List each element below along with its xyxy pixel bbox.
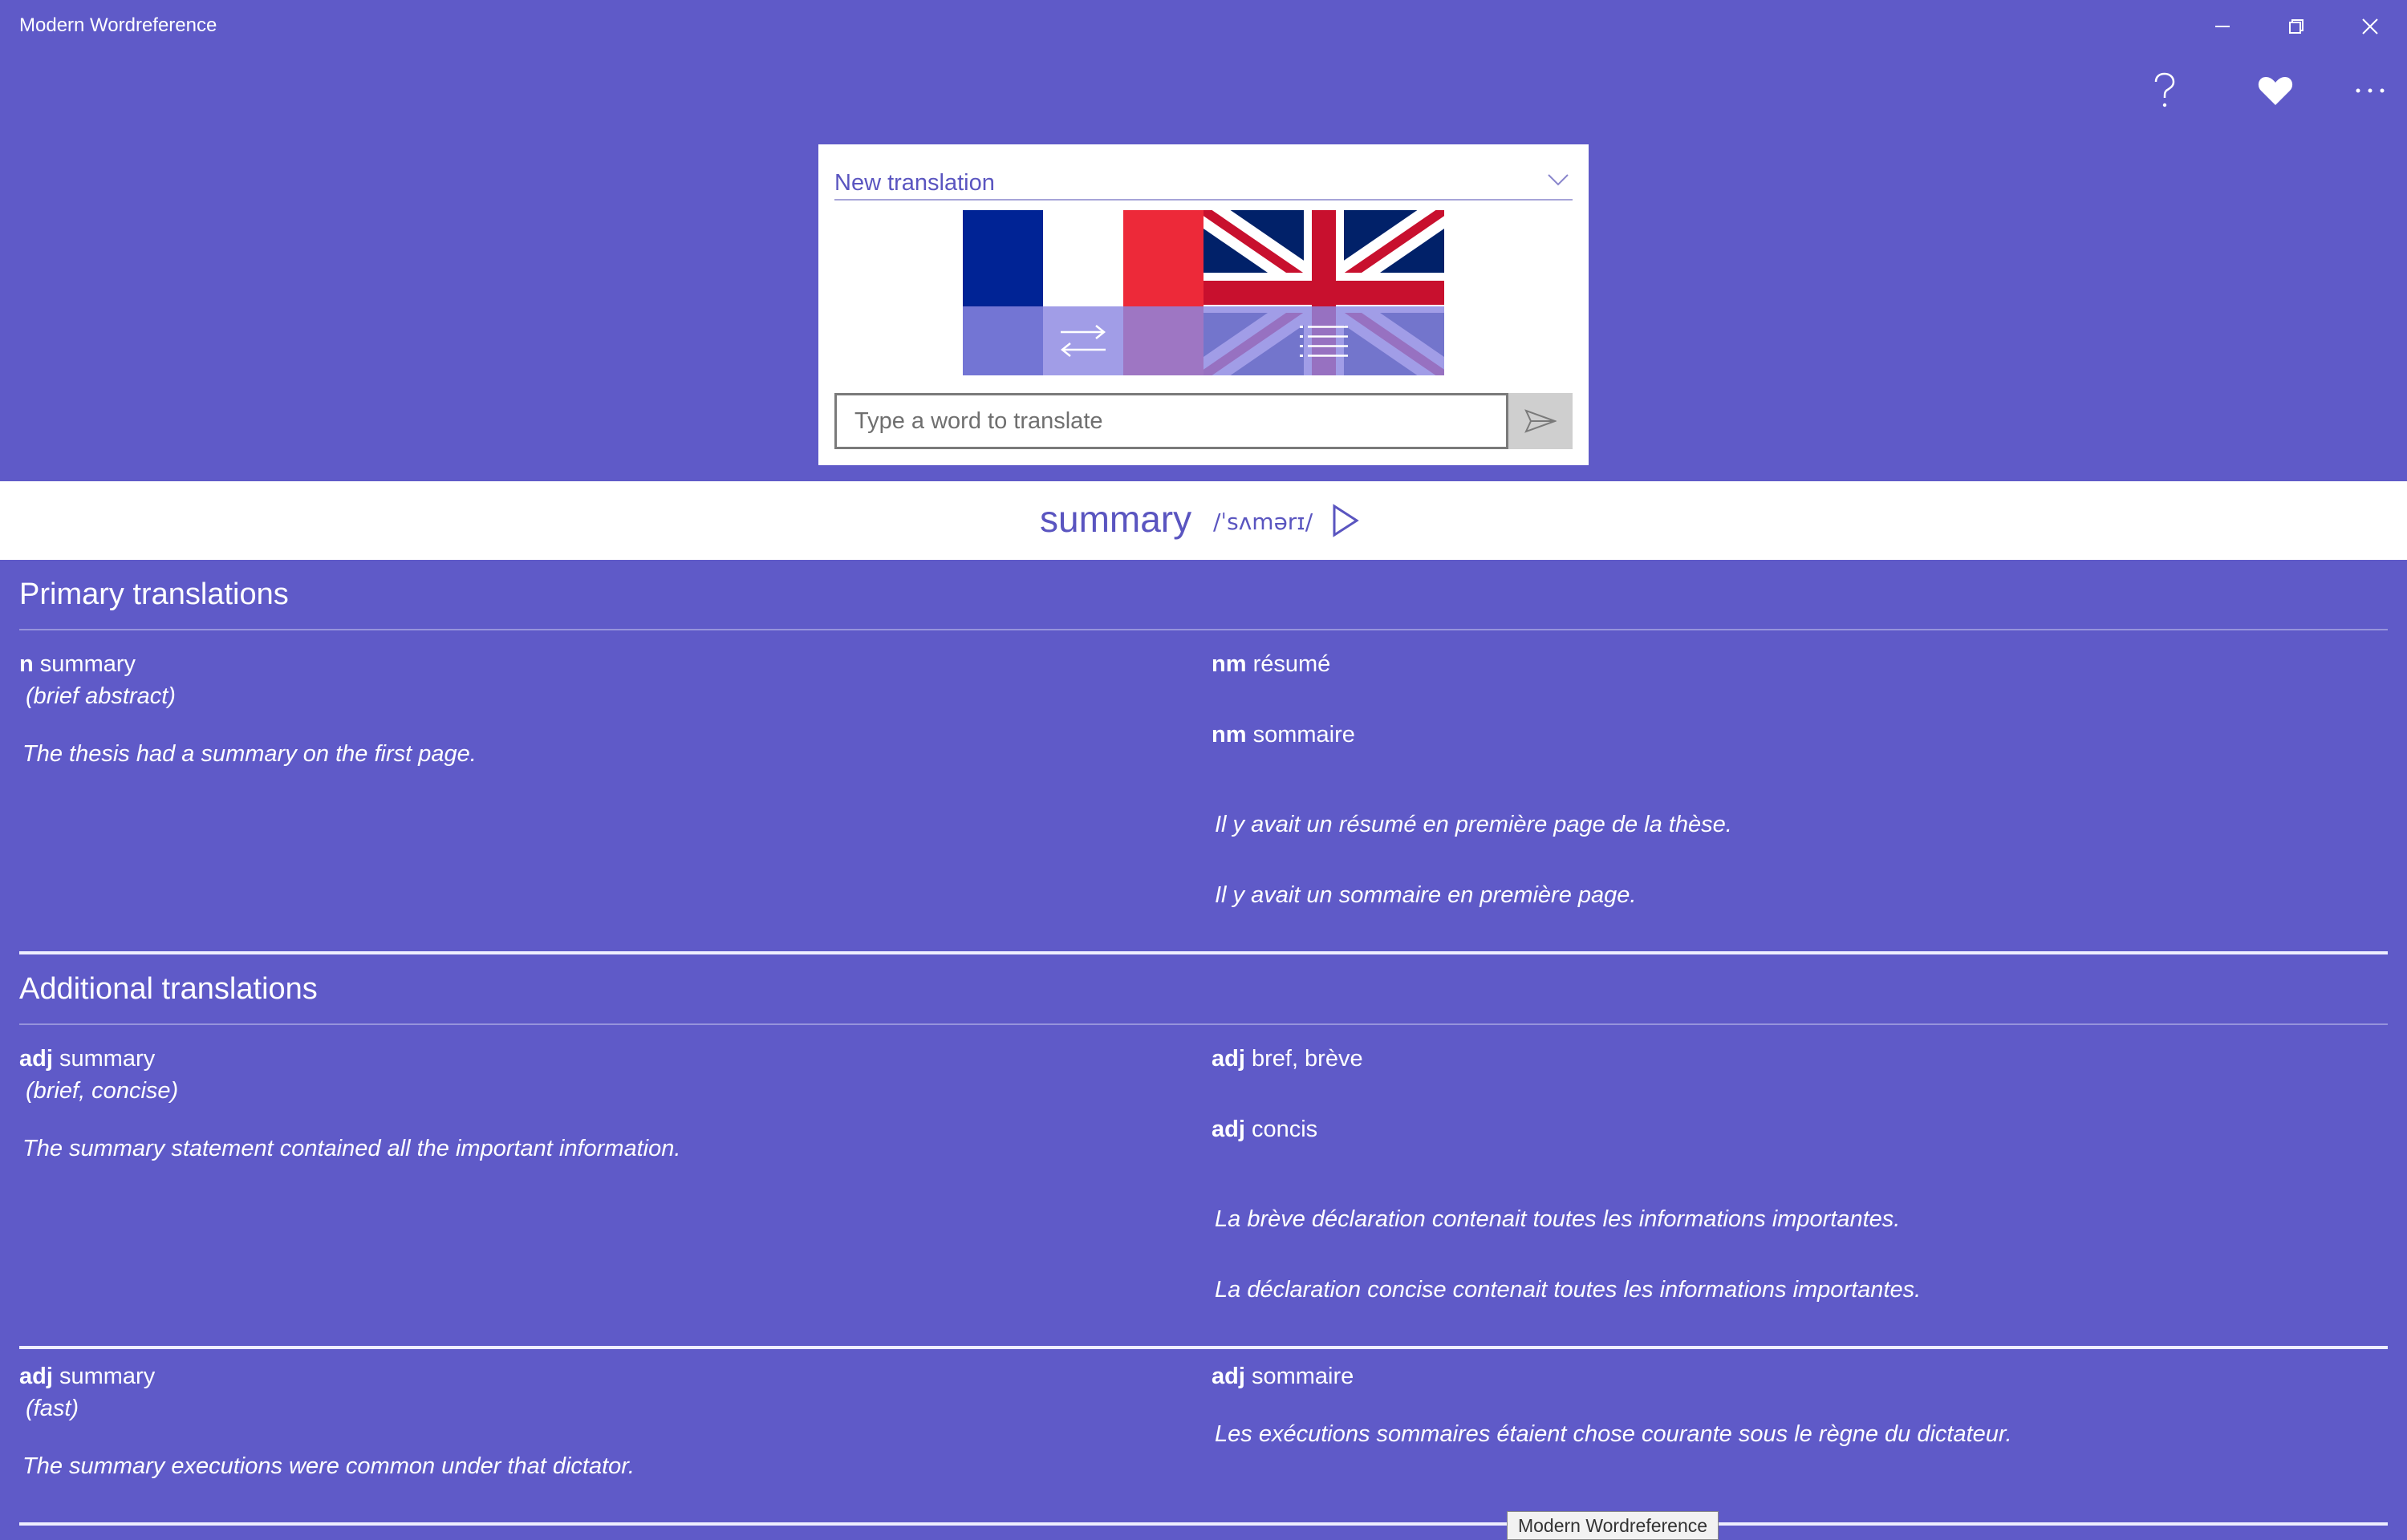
more-ellipsis-icon [2356, 88, 2385, 93]
target-example: Il y avait un résumé en première page de… [1215, 812, 1732, 837]
app-window: Modern Wordreference New translation Typ… [0, 0, 2407, 1540]
chevron-down-icon [1548, 174, 1569, 186]
entry-divider [19, 951, 2388, 954]
search-row [834, 393, 1573, 449]
target-pos: adj [1212, 1364, 1245, 1389]
title-bar: Modern Wordreference [0, 0, 2407, 53]
language-pair [963, 210, 1444, 375]
source-example: The thesis had a summary on the first pa… [22, 741, 477, 767]
language-list-button[interactable] [1284, 306, 1364, 375]
word-search-input[interactable] [834, 393, 1508, 449]
close-icon [2362, 18, 2378, 34]
source-pos: adj [19, 1046, 53, 1072]
section-divider [19, 1023, 2388, 1025]
flag-action-bar [963, 306, 1444, 375]
restore-button[interactable] [2259, 0, 2333, 53]
restore-icon [2289, 19, 2303, 34]
swap-arrows-icon [1060, 325, 1106, 357]
sense-note: (fast) [26, 1396, 79, 1421]
source-example: The summary statement contained all the … [22, 1136, 681, 1161]
target-word: sommaire [1252, 722, 1355, 748]
translation-mode-dropdown[interactable]: New translation [834, 159, 1573, 201]
entry-targets: adj sommaire Les exécutions sommaires ét… [1212, 1360, 2383, 1450]
entry-targets: adj bref, brève adj concis La brève décl… [1212, 1043, 2383, 1306]
target-pos: nm [1212, 651, 1247, 677]
play-pronunciation-button[interactable] [1325, 500, 1366, 541]
question-mark-icon [2154, 72, 2175, 107]
headword: summary [1040, 498, 1192, 540]
target-example: La brève déclaration contenait toutes le… [1215, 1206, 1901, 1232]
target-example: La déclaration concise contenait toutes … [1215, 1277, 1922, 1303]
target-example: Il y avait un sommaire en première page. [1215, 882, 1637, 908]
app-title: Modern Wordreference [19, 14, 217, 36]
target-pos: adj [1212, 1046, 1245, 1072]
source-word: summary [59, 1046, 156, 1072]
results-content: Primary translations n summary (brief ab… [0, 560, 2407, 1540]
app-tooltip: Modern Wordreference [1507, 1511, 1719, 1540]
minimize-icon [2215, 26, 2230, 27]
pronunciation: /ˈsʌmərɪ/ [1213, 509, 1313, 535]
translation-card: New translation [818, 144, 1589, 465]
more-button[interactable] [2330, 64, 2407, 117]
dropdown-selected-value: New translation [834, 170, 995, 196]
source-example: The summary executions were common under… [22, 1453, 635, 1479]
sense-note: (brief, concise) [26, 1078, 179, 1104]
minimize-button[interactable] [2186, 0, 2259, 53]
entry-source: adj summary (brief, concise) The summary… [19, 1043, 1175, 1165]
send-icon [1524, 409, 1557, 433]
sense-note: (brief abstract) [26, 683, 176, 709]
target-word: sommaire [1251, 1364, 1354, 1389]
source-word: summary [59, 1364, 156, 1389]
target-pos: nm [1212, 722, 1247, 748]
entry-source: n summary (brief abstract) The thesis ha… [19, 648, 1175, 770]
source-word: summary [39, 651, 136, 677]
section-divider [19, 629, 2388, 630]
entry-divider [19, 1346, 2388, 1349]
close-button[interactable] [2333, 0, 2407, 53]
section-title-additional: Additional translations [19, 972, 318, 1006]
target-word: bref, brève [1251, 1046, 1363, 1072]
target-example: Les exécutions sommaires étaient chose c… [1215, 1421, 2012, 1447]
target-pos: adj [1212, 1116, 1245, 1142]
section-title-primary: Primary translations [19, 578, 289, 611]
help-button[interactable] [2125, 64, 2205, 117]
play-icon [1333, 504, 1359, 537]
entry-targets: nm résumé nm sommaire Il y avait un résu… [1212, 648, 2383, 911]
source-pos: adj [19, 1364, 53, 1389]
translate-send-button[interactable] [1508, 393, 1573, 449]
entry-divider [19, 1522, 2388, 1526]
target-word: concis [1251, 1116, 1318, 1142]
heart-icon [2258, 77, 2293, 105]
target-word: résumé [1252, 651, 1331, 677]
favorites-button[interactable] [2235, 64, 2316, 117]
list-icon [1300, 326, 1348, 357]
source-pos: n [19, 651, 34, 677]
headword-band: summary /ˈsʌmərɪ/ [0, 481, 2407, 560]
entry-source: adj summary (fast) The summary execution… [19, 1360, 1175, 1482]
swap-languages-button[interactable] [1043, 306, 1123, 375]
